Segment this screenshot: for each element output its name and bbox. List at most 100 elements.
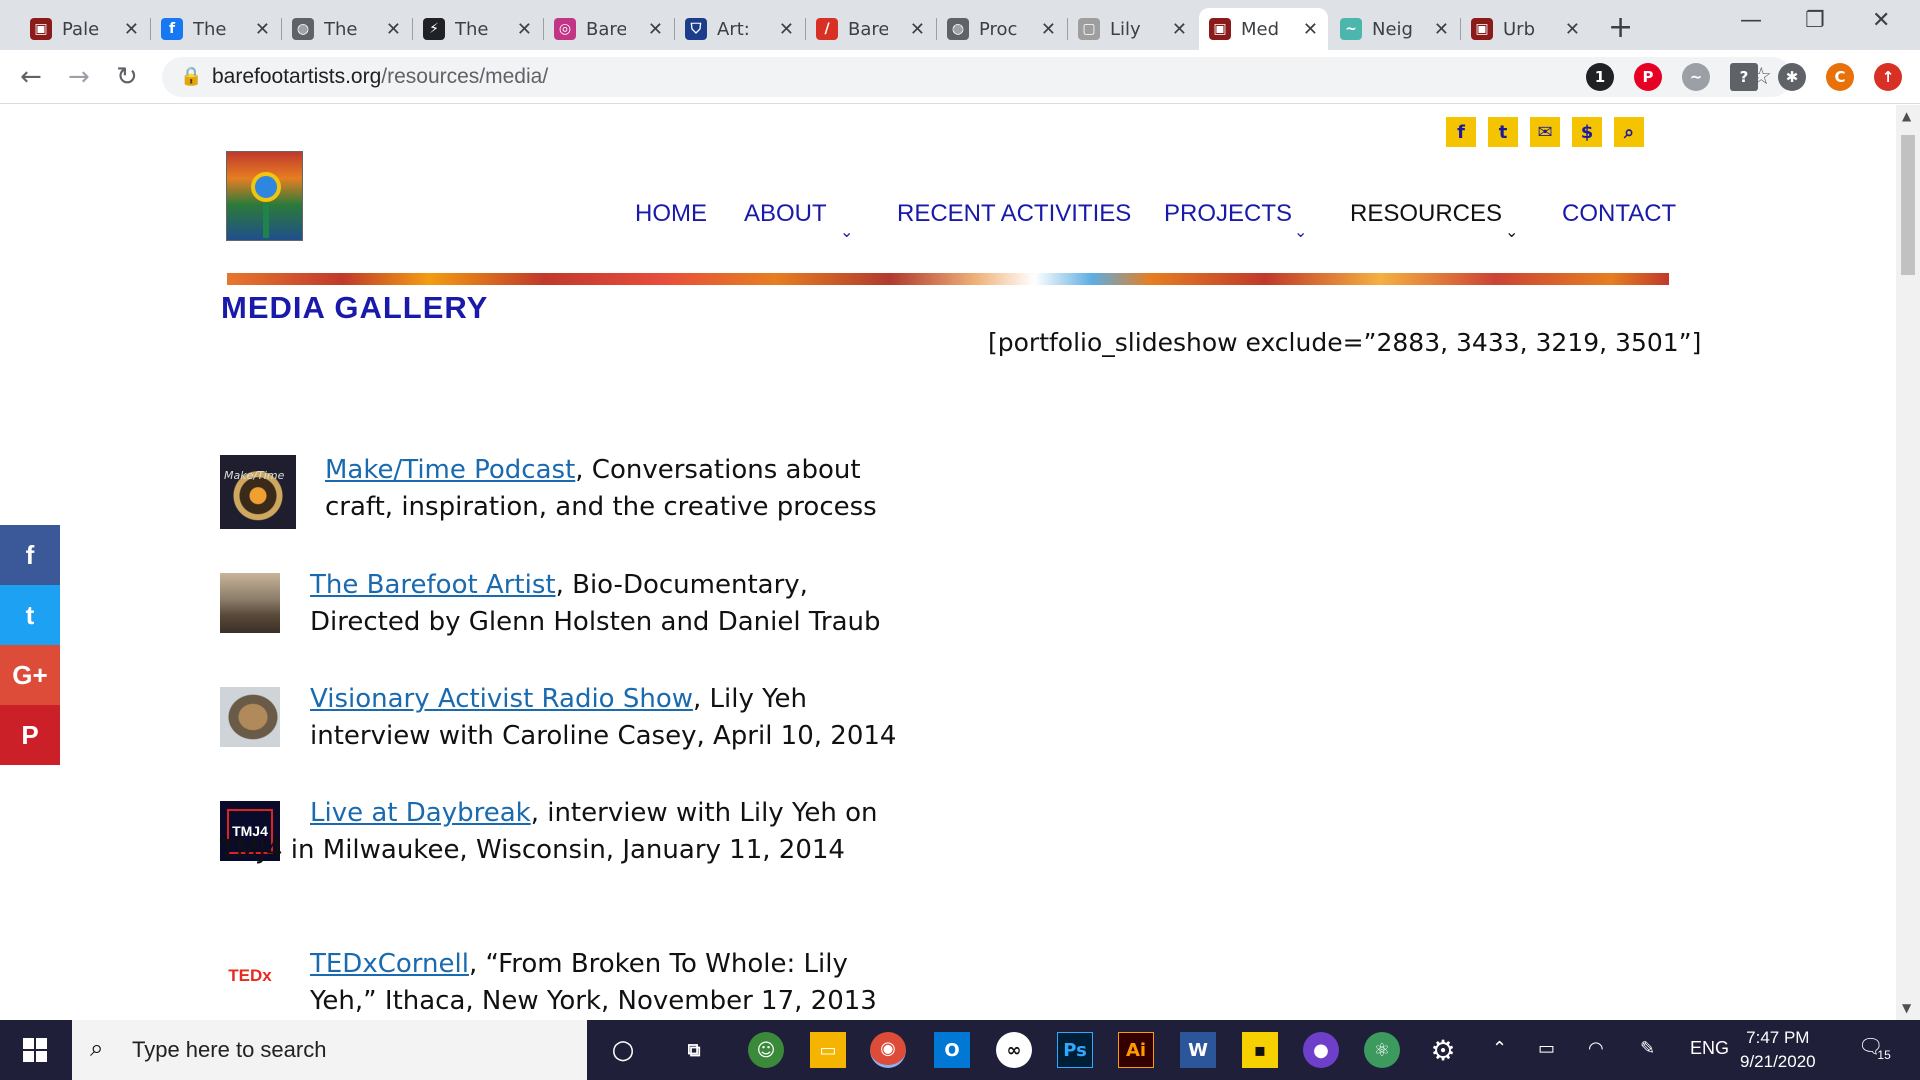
tab-close-icon[interactable]: ✕ [1434, 19, 1449, 40]
tab-active[interactable]: ▣ Med ✕ [1199, 8, 1328, 50]
minimize-icon[interactable]: — [1740, 8, 1762, 33]
media-entry: Visionary Activist Radio Show, Lily Yeh … [220, 681, 900, 761]
browser-tab[interactable]: f The ✕ [151, 8, 280, 50]
twitter-share-icon[interactable]: t [0, 585, 60, 645]
entry-link[interactable]: TEDxCornell [310, 949, 469, 979]
new-tab-button[interactable]: + [1608, 10, 1633, 45]
tab-close-icon[interactable]: ✕ [1041, 19, 1056, 40]
battery-icon[interactable]: ▭ [1538, 1038, 1555, 1059]
atom-icon[interactable]: ⚛ [1364, 1032, 1400, 1068]
browser-tab[interactable]: ▣ Urb ✕ [1461, 8, 1590, 50]
tab-close-icon[interactable]: ✕ [779, 19, 794, 40]
entry-link[interactable]: Live at Daybreak [310, 798, 531, 828]
language-indicator[interactable]: ENG [1690, 1038, 1729, 1059]
site-logo[interactable] [226, 151, 303, 241]
settings-gear-icon[interactable]: ⚙ [1425, 1032, 1461, 1068]
nav-contact[interactable]: CONTACT [1562, 200, 1676, 228]
browser-tab[interactable]: ▣ Pale ✕ [20, 8, 149, 50]
scroll-down-icon[interactable]: ▼ [1902, 1001, 1911, 1015]
tedx-thumbnail[interactable]: TEDx [220, 960, 280, 990]
sticky-notes-icon[interactable]: ▪ [1242, 1032, 1278, 1068]
windows-logo-icon [23, 1038, 47, 1062]
github-icon[interactable]: ● [1303, 1032, 1339, 1068]
browser-tab[interactable]: ~ Neig ✕ [1330, 8, 1459, 50]
maketime-thumbnail[interactable]: Make/Time [220, 455, 296, 529]
entry-link[interactable]: Make/Time Podcast [325, 455, 575, 485]
browser-tab[interactable]: ⚡ The ✕ [413, 8, 542, 50]
tab-close-icon[interactable]: ✕ [1303, 19, 1318, 40]
address-bar[interactable]: 🔒 barefootartists.org/resources/media/ ☆ [162, 57, 1792, 97]
tab-close-icon[interactable]: ✕ [255, 19, 270, 40]
entry-link[interactable]: Visionary Activist Radio Show [310, 684, 693, 714]
lock-icon: 🔒 [180, 66, 203, 87]
browser-tab[interactable]: ◍ The ✕ [282, 8, 411, 50]
tab-label: The [193, 18, 227, 40]
tab-separator [674, 18, 675, 40]
tab-close-icon[interactable]: ✕ [648, 19, 663, 40]
email-icon[interactable]: ✉ [1530, 117, 1560, 147]
tab-label: Urb [1503, 18, 1536, 40]
browser-tab[interactable]: / Bare ✕ [806, 8, 935, 50]
extensions-puzzle-icon[interactable]: ✱ [1778, 63, 1806, 91]
chevron-up-icon[interactable]: ⌃ [1492, 1038, 1507, 1059]
nav-home[interactable]: HOME [635, 200, 707, 228]
system-clock[interactable]: 7:47 PM 9/21/2020 [1740, 1026, 1816, 1074]
cortana-icon[interactable]: ○ [605, 1032, 641, 1068]
pinterest-extension-icon[interactable]: P [1634, 63, 1662, 91]
app-icon[interactable]: ∞ [996, 1032, 1032, 1068]
browser-tab[interactable]: ◎ Bare ✕ [544, 8, 673, 50]
profile-avatar[interactable]: C [1826, 63, 1854, 91]
facebook-icon[interactable]: f [1446, 117, 1476, 147]
browser-tab[interactable]: ◍ Proc ✕ [937, 8, 1066, 50]
wifi-icon[interactable]: ◠ [1588, 1038, 1604, 1059]
tab-close-icon[interactable]: ✕ [517, 19, 532, 40]
photoshop-icon[interactable]: Ps [1057, 1032, 1093, 1068]
task-view-icon[interactable]: ⧉ [676, 1032, 712, 1068]
outlook-icon[interactable]: O [934, 1032, 970, 1068]
illustrator-icon[interactable]: Ai [1118, 1032, 1154, 1068]
tab-close-icon[interactable]: ✕ [910, 19, 925, 40]
start-button[interactable] [0, 1020, 70, 1080]
facebook-share-icon[interactable]: f [0, 525, 60, 585]
google-plus-share-icon[interactable]: G+ [0, 645, 60, 705]
extension-badge-icon[interactable]: 1 [1586, 63, 1614, 91]
nav-about-label: ABOUT [744, 200, 827, 227]
scroll-up-icon[interactable]: ▲ [1902, 109, 1911, 123]
tab-close-icon[interactable]: ✕ [1565, 19, 1580, 40]
tab-close-icon[interactable]: ✕ [386, 19, 401, 40]
pinterest-share-icon[interactable]: P [0, 705, 60, 765]
close-window-icon[interactable]: ✕ [1872, 8, 1890, 33]
donate-icon[interactable]: $ [1572, 117, 1602, 147]
tab-close-icon[interactable]: ✕ [1172, 19, 1187, 40]
browser-tab[interactable]: ⛉ Art: ✕ [675, 8, 804, 50]
reload-icon[interactable]: ↻ [116, 62, 138, 92]
nav-projects[interactable]: PROJECTS ⌄ [1164, 200, 1307, 241]
radio-show-thumbnail[interactable] [220, 687, 280, 747]
browser-tab[interactable]: ▢ Lily ✕ [1068, 8, 1197, 50]
nav-resources[interactable]: RESOURCES ⌄ [1350, 200, 1518, 241]
restore-icon[interactable]: ❐ [1805, 8, 1825, 33]
nav-recent-activities[interactable]: RECENT ACTIVITIES [897, 200, 1131, 228]
tab-label: Med [1241, 18, 1280, 40]
nav-about[interactable]: ABOUT ⌄ [744, 200, 853, 241]
twitter-icon[interactable]: t [1488, 117, 1518, 147]
forward-icon[interactable]: → [68, 62, 90, 92]
file-explorer-icon[interactable]: ▭ [810, 1032, 846, 1068]
scrollbar-thumb[interactable] [1901, 135, 1915, 275]
tab-close-icon[interactable]: ✕ [124, 19, 139, 40]
update-icon[interactable]: ↑ [1874, 63, 1902, 91]
app-icon[interactable]: ☺ [748, 1032, 784, 1068]
entry-link[interactable]: The Barefoot Artist [310, 570, 556, 600]
barefoot-artist-thumbnail[interactable] [220, 573, 280, 633]
taskbar-search[interactable]: ⌕ Type here to search [72, 1020, 587, 1080]
notifications-icon[interactable]: 🗨15 [1858, 1034, 1897, 1062]
word-icon[interactable]: W [1180, 1032, 1216, 1068]
chrome-icon[interactable]: ◉ [870, 1032, 906, 1068]
page-scrollbar[interactable]: ▲ ▼ [1896, 105, 1920, 1020]
extension-icon[interactable]: ~ [1682, 63, 1710, 91]
help-extension-icon[interactable]: ? [1730, 63, 1758, 91]
back-icon[interactable]: ← [20, 62, 42, 92]
pen-icon[interactable]: ✎ [1640, 1038, 1655, 1059]
search-icon[interactable]: ⌕ [1614, 117, 1644, 147]
media-entry: TMJ4 Live at Daybreak, interview with Li… [220, 795, 900, 910]
